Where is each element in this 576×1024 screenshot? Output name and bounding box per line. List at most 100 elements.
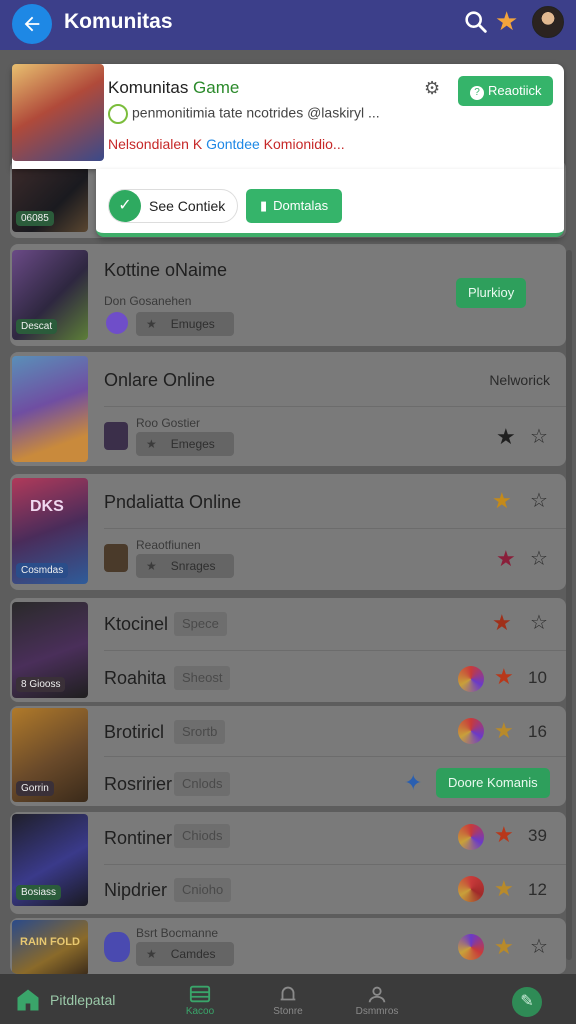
thumb-badge: Bosiass xyxy=(16,885,62,900)
game-thumbnail: 06085 xyxy=(12,166,88,232)
nav-home[interactable]: Pitdlepatal xyxy=(14,986,115,1014)
gem-icon xyxy=(458,876,484,902)
star-filled-icon[interactable]: ★ xyxy=(494,936,514,958)
gem-icon xyxy=(458,718,484,744)
star-outline-icon[interactable]: ☆ xyxy=(530,426,548,448)
count-label: 16 xyxy=(528,722,547,741)
play-button[interactable]: Plurkioy xyxy=(456,278,527,308)
star-outline-icon[interactable]: ☆ xyxy=(530,490,548,512)
list-item[interactable]: Onlare Online Nelworick Roo Gostier ★ Eme… xyxy=(10,352,566,466)
warning-link[interactable]: Gontdee xyxy=(206,136,260,152)
popup-title-text: Komunitas xyxy=(108,78,194,97)
popup-title: Komunitas Game xyxy=(108,78,239,98)
pencil-icon: ✎ xyxy=(520,993,534,1010)
tag-label: Srortb xyxy=(174,720,226,744)
bottom-navigation: Pitdlepatal Kacoo Stonre Dsmmros xyxy=(0,974,576,1024)
thumb-badge: Descat xyxy=(16,319,58,334)
page-title: Komunitas xyxy=(64,10,173,33)
star-filled-icon[interactable]: ★ xyxy=(496,548,516,570)
join-community-button[interactable]: Doore Komanis xyxy=(436,768,550,798)
game-thumbnail xyxy=(12,356,88,462)
warning-text: Nelsondialen K xyxy=(108,136,203,152)
tag-label: Sheost xyxy=(174,666,231,690)
item-title: Nipdrier xyxy=(104,880,168,900)
star-icon: ★ xyxy=(146,437,157,451)
info-icon xyxy=(108,104,128,124)
tag-label: Cnlods xyxy=(174,772,231,796)
list-item[interactable]: 8 Giooss Ktocinel Spece ★ ☆ Roahita Sheo… xyxy=(10,598,566,702)
see-content-label: See Contiek xyxy=(149,198,226,214)
nav-label: Kacoo xyxy=(185,1006,215,1017)
avatar[interactable] xyxy=(532,6,564,38)
top-app-bar: Komunitas ★ xyxy=(0,0,576,50)
star-outline-icon[interactable]: ☆ xyxy=(530,612,548,634)
divider xyxy=(104,650,566,651)
category-pill[interactable]: ★ Camdes xyxy=(136,942,234,966)
divider xyxy=(104,528,566,529)
people-icon xyxy=(368,986,386,1003)
community-popup-actions: ✓ See Contiek ▮ Domtalas xyxy=(96,169,564,237)
thumb-logo: RAIN FOLD xyxy=(20,936,80,948)
count-label: 12 xyxy=(528,880,547,899)
star-filled-icon[interactable]: ★ xyxy=(494,824,514,846)
gear-icon[interactable]: ⚙ xyxy=(424,78,440,99)
tag-label: Spece xyxy=(174,612,227,636)
nav-tab-4[interactable]: Dsmmros xyxy=(350,974,404,1024)
star-filled-icon[interactable]: ★ xyxy=(494,666,514,688)
list-item[interactable]: Descat Kottine oNaime Don Gosanehen ★ Emu… xyxy=(10,244,566,346)
gem-icon xyxy=(458,666,484,692)
popup-title-game: Game xyxy=(193,78,240,97)
leaf-icon: ✓ xyxy=(109,190,141,222)
star-filled-icon[interactable]: ★ xyxy=(494,720,514,742)
pill-label: Emuges xyxy=(170,317,215,331)
search-icon[interactable] xyxy=(462,8,490,36)
item-subtitle: Roo Gostier xyxy=(136,416,201,430)
avatar xyxy=(104,544,128,572)
star-filled-icon[interactable]: ★ xyxy=(494,878,514,900)
star-filled-icon[interactable]: ★ xyxy=(492,490,512,512)
category-pill[interactable]: ★ Snrages xyxy=(136,554,234,578)
category-pill[interactable]: ★ Emuges xyxy=(136,312,234,336)
star-filled-icon[interactable]: ★ xyxy=(492,612,512,634)
list-item[interactable]: Bosiass Rontiner Chiods ★ 39 Nipdrier Cn… xyxy=(10,812,566,914)
help-icon: ? xyxy=(470,86,484,100)
see-content-button[interactable]: ✓ See Contiek xyxy=(108,189,239,223)
star-icon[interactable]: ★ xyxy=(495,6,518,36)
bell-icon xyxy=(280,986,296,1001)
home-icon xyxy=(17,989,39,1011)
back-button[interactable] xyxy=(12,4,52,44)
game-thumbnail: Descat xyxy=(12,250,88,340)
star-filled-icon[interactable]: ★ xyxy=(496,426,516,448)
category-pill[interactable]: ★ Emeges xyxy=(136,432,234,456)
download-icon: ▮ xyxy=(260,198,268,213)
compose-fab[interactable]: ✎ xyxy=(512,987,542,1017)
star-outline-icon[interactable]: ☆ xyxy=(530,548,548,570)
count-label: 10 xyxy=(528,668,547,687)
divider xyxy=(104,406,566,407)
game-thumbnail: DKS Cosmdas xyxy=(12,478,88,584)
popup-action-button[interactable]: ? Reaotiick xyxy=(458,76,554,106)
list-item[interactable]: RAIN FOLD Bsrt Bocmanne ★ Camdes ★ ☆ xyxy=(10,918,566,974)
nav-home-label: Pitdlepatal xyxy=(50,992,116,1008)
download-button[interactable]: ▮ Domtalas xyxy=(246,189,343,223)
popup-description-text: penmonitimia tate ncotrides @laskiryl ..… xyxy=(132,104,380,121)
nav-tab-3[interactable]: Stonre xyxy=(264,974,312,1024)
star-outline-icon[interactable]: ☆ xyxy=(530,936,548,958)
nav-label: Stonre xyxy=(273,1006,303,1017)
thumb-badge: Gorrin xyxy=(16,781,54,796)
divider xyxy=(104,864,566,865)
item-title: Brotiricl xyxy=(104,722,165,742)
community-popup-card[interactable]: Komunitas Game penmonitimia tate ncotrid… xyxy=(12,64,564,169)
arrow-left-icon xyxy=(24,16,40,32)
thumb-logo: DKS xyxy=(30,498,64,515)
scrollbar[interactable] xyxy=(566,250,572,960)
game-thumbnail: RAIN FOLD xyxy=(12,920,88,974)
avatar xyxy=(104,422,128,450)
item-subtitle: Don Gosanehen xyxy=(104,294,192,308)
list-item[interactable]: DKS Cosmdas Pndaliatta Online ★ ☆ Reaotf… xyxy=(10,474,566,590)
nav-tab-2[interactable]: Kacoo xyxy=(176,974,224,1024)
item-title: Rosririer xyxy=(104,774,173,794)
game-thumbnail: 8 Giooss xyxy=(12,602,88,698)
list-item[interactable]: Gorrin Brotiricl Srortb ★ 16 Rosririer C… xyxy=(10,706,566,806)
item-title: Ktocinel xyxy=(104,614,169,634)
